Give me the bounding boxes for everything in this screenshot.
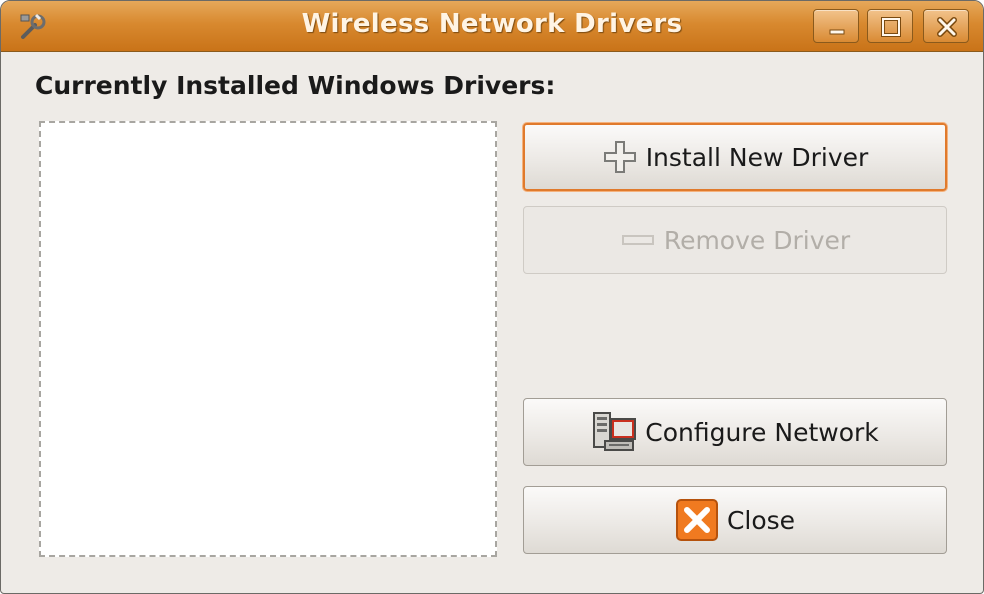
dialog-window: Wireless Network Drivers Currently Insta… bbox=[0, 0, 984, 594]
configure-network-button[interactable]: Configure Network bbox=[523, 398, 947, 466]
window-close-button[interactable] bbox=[923, 9, 969, 43]
minimize-icon bbox=[829, 29, 845, 35]
close-icon bbox=[937, 17, 957, 37]
minus-icon bbox=[620, 222, 656, 258]
maximize-button[interactable] bbox=[867, 9, 913, 43]
remove-driver-label: Remove Driver bbox=[663, 225, 851, 255]
minimize-button[interactable] bbox=[813, 9, 859, 43]
install-new-driver-label: Install New Driver bbox=[645, 142, 869, 172]
remove-driver-button[interactable]: Remove Driver bbox=[523, 206, 947, 274]
close-button[interactable]: Close bbox=[523, 486, 947, 554]
maximize-icon bbox=[881, 17, 901, 37]
title-bar[interactable]: Wireless Network Drivers bbox=[1, 1, 983, 52]
installed-drivers-heading: Currently Installed Windows Drivers: bbox=[35, 71, 556, 100]
close-x-icon bbox=[675, 498, 719, 542]
close-label: Close bbox=[726, 505, 796, 535]
configure-network-label: Configure Network bbox=[645, 417, 879, 447]
install-new-driver-button[interactable]: Install New Driver bbox=[523, 123, 947, 191]
installed-drivers-list[interactable] bbox=[39, 121, 497, 557]
network-config-icon bbox=[591, 409, 637, 455]
plus-icon bbox=[602, 139, 638, 175]
